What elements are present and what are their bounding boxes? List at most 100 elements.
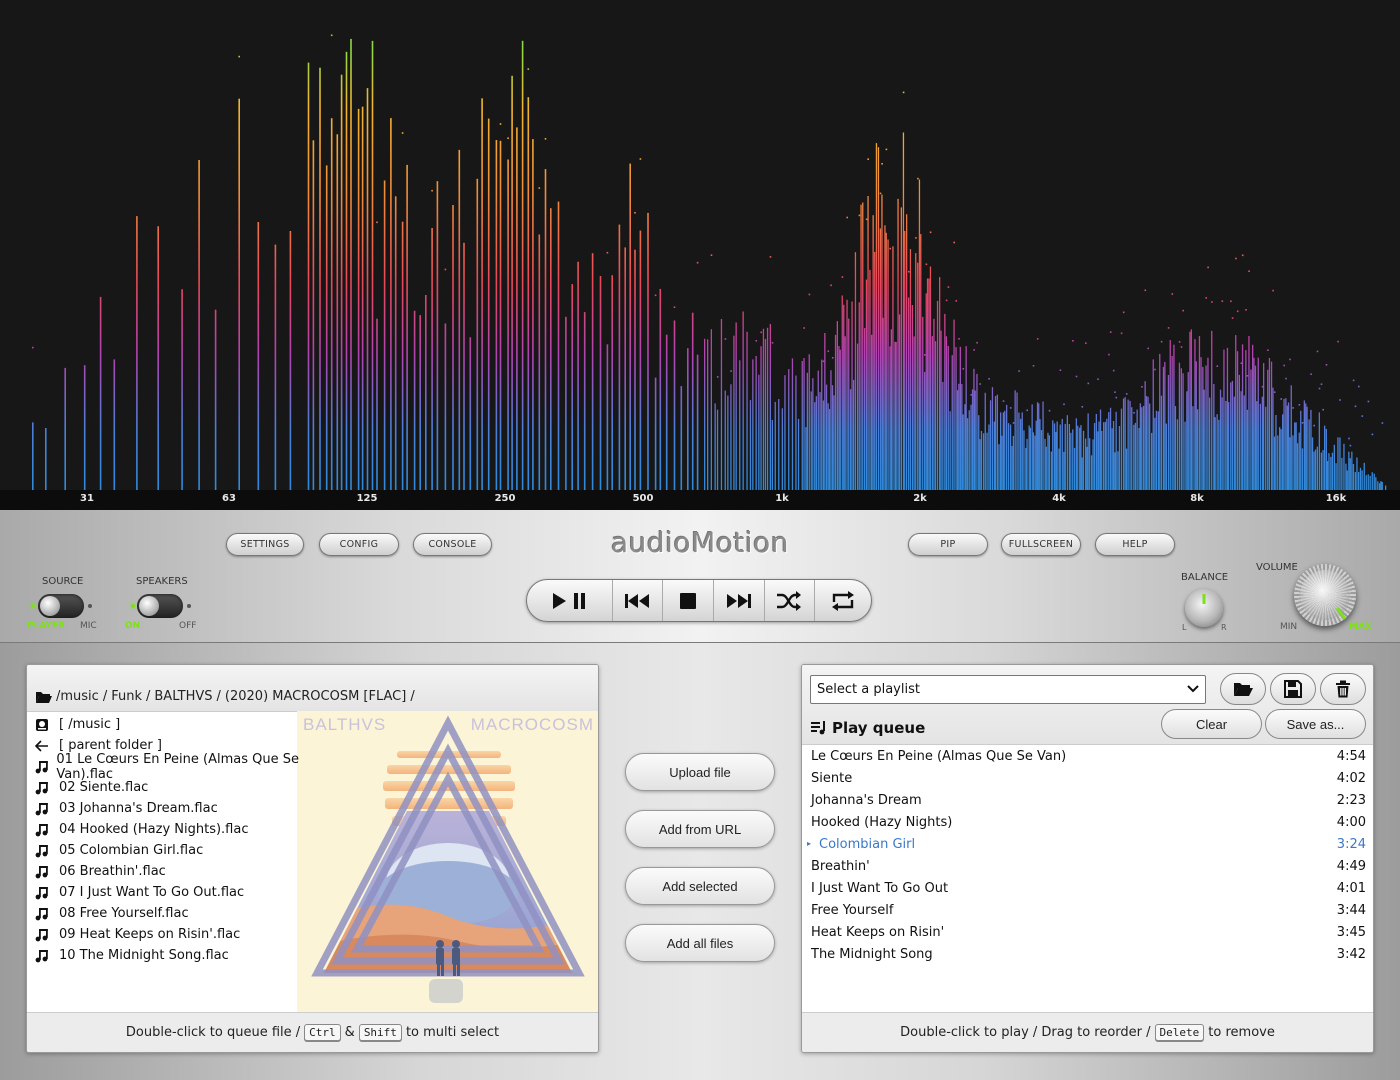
shuffle-button[interactable] bbox=[765, 580, 816, 621]
spectrum-bar bbox=[647, 212, 649, 490]
file-item[interactable]: 10 The Midnight Song.flac bbox=[27, 945, 327, 966]
spectrum-peak bbox=[1339, 399, 1341, 401]
breadcrumb-item[interactable]: Funk bbox=[111, 689, 142, 704]
queue-item[interactable]: Hooked (Hazy Nights) 4:00 bbox=[802, 811, 1373, 833]
spectrum-bar bbox=[874, 251, 876, 490]
file-item[interactable]: 07 I Just Want To Go Out.flac bbox=[27, 882, 327, 903]
breadcrumb-separator: / bbox=[146, 689, 151, 704]
file-item-name: 02 Siente.flac bbox=[59, 780, 149, 795]
file-item[interactable]: 04 Hooked (Hazy Nights).flac bbox=[27, 819, 327, 840]
spectrum-bar bbox=[1373, 473, 1375, 490]
playlist-select[interactable]: Select a playlist bbox=[810, 675, 1206, 704]
spectrum-bar bbox=[1108, 412, 1110, 490]
spectrum-bar bbox=[1345, 463, 1347, 490]
spectrum-bar bbox=[1180, 368, 1182, 490]
spectrum-peak bbox=[376, 221, 378, 224]
next-button[interactable] bbox=[714, 580, 765, 621]
add-all-files-button[interactable]: Add all files bbox=[625, 924, 775, 962]
spectrum-bar bbox=[1151, 432, 1153, 490]
upload-file-button[interactable]: Upload file bbox=[625, 753, 775, 791]
spectrum-bar bbox=[1089, 438, 1091, 490]
load-playlist-button[interactable] bbox=[1220, 673, 1266, 705]
queue-item[interactable]: Siente 4:02 bbox=[802, 767, 1373, 789]
fullscreen-button[interactable]: FULLSCREEN bbox=[1001, 533, 1081, 556]
config-button[interactable]: CONFIG bbox=[319, 533, 399, 556]
queue-item-title: Heat Keeps on Risin' bbox=[811, 924, 945, 940]
spectrum-bar bbox=[918, 179, 921, 490]
spectrum-bar bbox=[854, 252, 857, 490]
queue-item[interactable]: Breathin' 4:49 bbox=[802, 855, 1373, 877]
help-button[interactable]: HELP bbox=[1095, 533, 1175, 556]
spectrum-bar bbox=[839, 349, 841, 490]
file-item[interactable]: 03 Johanna's Dream.flac bbox=[27, 798, 327, 819]
spectrum-bar bbox=[724, 390, 726, 490]
source-switch[interactable] bbox=[38, 594, 84, 618]
spectrum-peak bbox=[1236, 310, 1239, 313]
spectrum-bar bbox=[1064, 423, 1066, 490]
spectrum-bar bbox=[544, 169, 547, 490]
frequency-label: 250 bbox=[494, 493, 516, 504]
file-item[interactable]: 01 Le Cœurs En Peine (Almas Que Se Van).… bbox=[27, 752, 327, 782]
queue-item[interactable]: Le Cœurs En Peine (Almas Que Se Van) 4:54 bbox=[802, 745, 1373, 767]
balance-label: BALANCE bbox=[1181, 572, 1229, 583]
clear-queue-button[interactable]: Clear bbox=[1161, 709, 1262, 739]
delete-playlist-button[interactable] bbox=[1320, 673, 1366, 705]
breadcrumb-item[interactable]: BALTHVS bbox=[154, 689, 212, 704]
transport-controls bbox=[526, 579, 872, 622]
spectrum-bar bbox=[1361, 470, 1363, 490]
queue-item-title: Le Cœurs En Peine (Almas Que Se Van) bbox=[811, 748, 1067, 764]
volume-knob[interactable] bbox=[1294, 564, 1356, 626]
spectrum-peak bbox=[827, 350, 830, 352]
add-selected-button[interactable]: Add selected bbox=[625, 867, 775, 905]
play-pause-button[interactable] bbox=[527, 580, 613, 621]
spectrum-peak bbox=[1141, 386, 1143, 388]
spectrum-bar bbox=[959, 346, 961, 490]
spectrum-bar bbox=[319, 67, 321, 490]
repeat-button[interactable] bbox=[815, 580, 871, 621]
file-item[interactable]: 09 Heat Keeps on Risin'.flac bbox=[27, 924, 327, 945]
spectrum-bar bbox=[1149, 403, 1151, 490]
folder-item[interactable]: [ /music ] bbox=[27, 714, 327, 735]
spectrum-bar bbox=[1343, 443, 1345, 490]
file-item[interactable]: 02 Siente.flac bbox=[27, 777, 327, 798]
spectrum-bar bbox=[1141, 407, 1143, 490]
breadcrumb-separator: / bbox=[216, 689, 221, 704]
queue-item[interactable]: Heat Keeps on Risin' 3:45 bbox=[802, 921, 1373, 943]
queue-item[interactable]: Johanna's Dream 2:23 bbox=[802, 789, 1373, 811]
balance-knob[interactable] bbox=[1185, 589, 1223, 627]
file-item-name: 09 Heat Keeps on Risin'.flac bbox=[59, 927, 241, 942]
spectrum-bar bbox=[781, 408, 783, 490]
file-item[interactable]: 06 Breathin'.flac bbox=[27, 861, 327, 882]
save-playlist-button[interactable] bbox=[1270, 673, 1316, 705]
settings-button[interactable]: SETTINGS bbox=[226, 533, 304, 556]
queue-item[interactable]: The Midnight Song 3:42 bbox=[802, 943, 1373, 965]
speakers-switch[interactable] bbox=[137, 594, 183, 618]
queue-item[interactable]: Free Yourself 3:44 bbox=[802, 899, 1373, 921]
breadcrumb-item[interactable]: /music bbox=[56, 689, 99, 704]
spectrum-peak bbox=[1087, 382, 1090, 385]
file-item[interactable]: 05 Colombian Girl.flac bbox=[27, 840, 327, 861]
spectrum-bar bbox=[45, 428, 47, 490]
queue-item-current[interactable]: ▸ Colombian Girl 3:24 bbox=[802, 833, 1373, 855]
save-as-button[interactable]: Save as... bbox=[1265, 709, 1366, 739]
add-from-url-button[interactable]: Add from URL bbox=[625, 810, 775, 848]
spectrum-bar bbox=[214, 309, 217, 490]
spectrum-bar bbox=[550, 208, 552, 490]
drive-icon bbox=[35, 718, 59, 732]
spectrum-bar bbox=[1290, 385, 1292, 490]
queue-item[interactable]: I Just Want To Go Out 4:01 bbox=[802, 877, 1373, 899]
spectrum-bar bbox=[1314, 449, 1317, 490]
stop-button[interactable] bbox=[663, 580, 714, 621]
previous-button[interactable] bbox=[613, 580, 664, 621]
spectrum-bar bbox=[1058, 448, 1060, 490]
spectrum-bar bbox=[1356, 457, 1358, 490]
spectrum-bar bbox=[1103, 422, 1105, 490]
volume-label: VOLUME bbox=[1256, 562, 1298, 573]
spectrum-peak bbox=[858, 214, 861, 217]
spectrum-peak bbox=[1048, 409, 1051, 412]
spectrum-bar bbox=[1040, 430, 1043, 490]
spectrum-bar bbox=[1233, 396, 1235, 490]
console-button[interactable]: CONSOLE bbox=[413, 533, 492, 556]
file-item[interactable]: 08 Free Yourself.flac bbox=[27, 903, 327, 924]
pip-button[interactable]: PIP bbox=[908, 533, 988, 556]
